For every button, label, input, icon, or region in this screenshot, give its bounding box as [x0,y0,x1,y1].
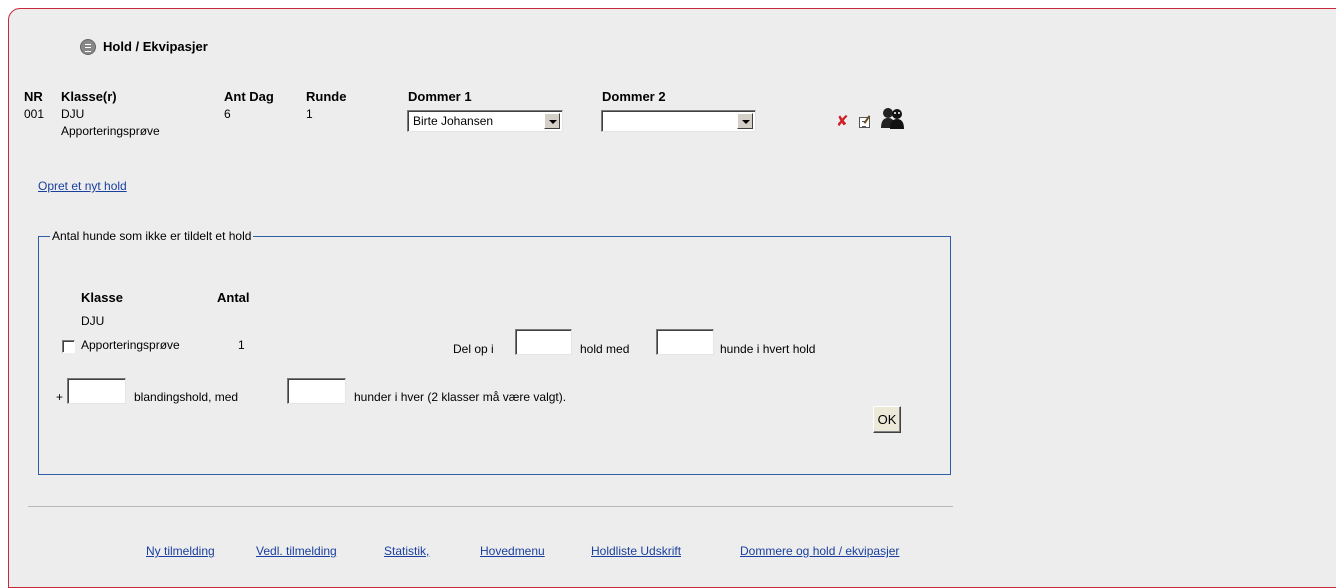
create-team-link[interactable]: Opret et nyt hold [38,179,127,193]
header-dommer1: Dommer 1 [408,89,472,104]
mixed-dogs-input[interactable] [287,378,346,404]
team-klasse-line2: Apporteringsprøve [61,124,160,138]
split-suffix: hunde i hvert hold [720,342,816,356]
header-dommer2: Dommer 2 [602,89,666,104]
edit-icon[interactable] [859,117,870,128]
unassigned-legend: Antal hunde som ikke er tildelt et hold [50,229,254,243]
split-middle: hold med [580,342,630,356]
footer-link-statistik[interactable]: Statistik, [384,544,429,558]
chevron-down-icon[interactable] [544,113,560,129]
dommer2-select[interactable] [601,110,756,132]
list-icon [80,39,96,55]
header-antal: Antal [217,290,250,305]
team-ant-dag: 6 [224,107,231,121]
unassigned-klasse-line2: Apporteringsprøve [81,338,180,352]
split-prefix: Del op i [453,342,494,356]
mixed-prefix: + [56,390,64,404]
dogs-per-team-input[interactable] [656,329,714,355]
mixed-suffix: hunder i hver (2 klasser må være valgt). [354,390,567,404]
ok-button[interactable]: OK [873,406,901,433]
split-teams-input[interactable] [515,329,572,355]
dommer1-value: Birte Johansen [413,114,494,128]
header-ant-dag: Ant Dag [224,89,274,104]
header-nr: NR [24,89,43,104]
footer-link-ny-tilmelding[interactable]: Ny tilmelding [146,544,215,558]
footer-link-vedl-tilmelding[interactable]: Vedl. tilmelding [256,544,337,558]
footer-link-holdliste-udskrift[interactable]: Holdliste Udskrift [591,544,681,558]
mixed-middle: blandingshold, med [134,390,239,404]
people-icon[interactable] [880,106,906,130]
divider [28,506,953,507]
unassigned-row-checkbox[interactable] [62,340,75,353]
header-runde: Runde [306,89,347,104]
header-klasse: Klasse(r) [61,89,117,104]
team-klasse-line1: DJU [61,107,85,121]
mixed-teams-input[interactable] [67,378,126,404]
footer-link-hovedmenu[interactable]: Hovedmenu [480,544,545,558]
team-nr: 001 [24,107,45,121]
team-runde: 1 [306,107,313,121]
chevron-down-icon[interactable] [737,113,753,129]
delete-icon[interactable]: ✘ [836,112,849,130]
footer-link-dommere-og-hold[interactable]: Dommere og hold / ekvipasjer [740,544,899,558]
unassigned-klasse-line1: DJU [81,314,105,328]
dommer1-select[interactable]: Birte Johansen [407,110,563,132]
section-title: Hold / Ekvipasjer [103,39,208,54]
unassigned-antal: 1 [238,338,245,352]
header-klasse-unassigned: Klasse [81,290,123,305]
